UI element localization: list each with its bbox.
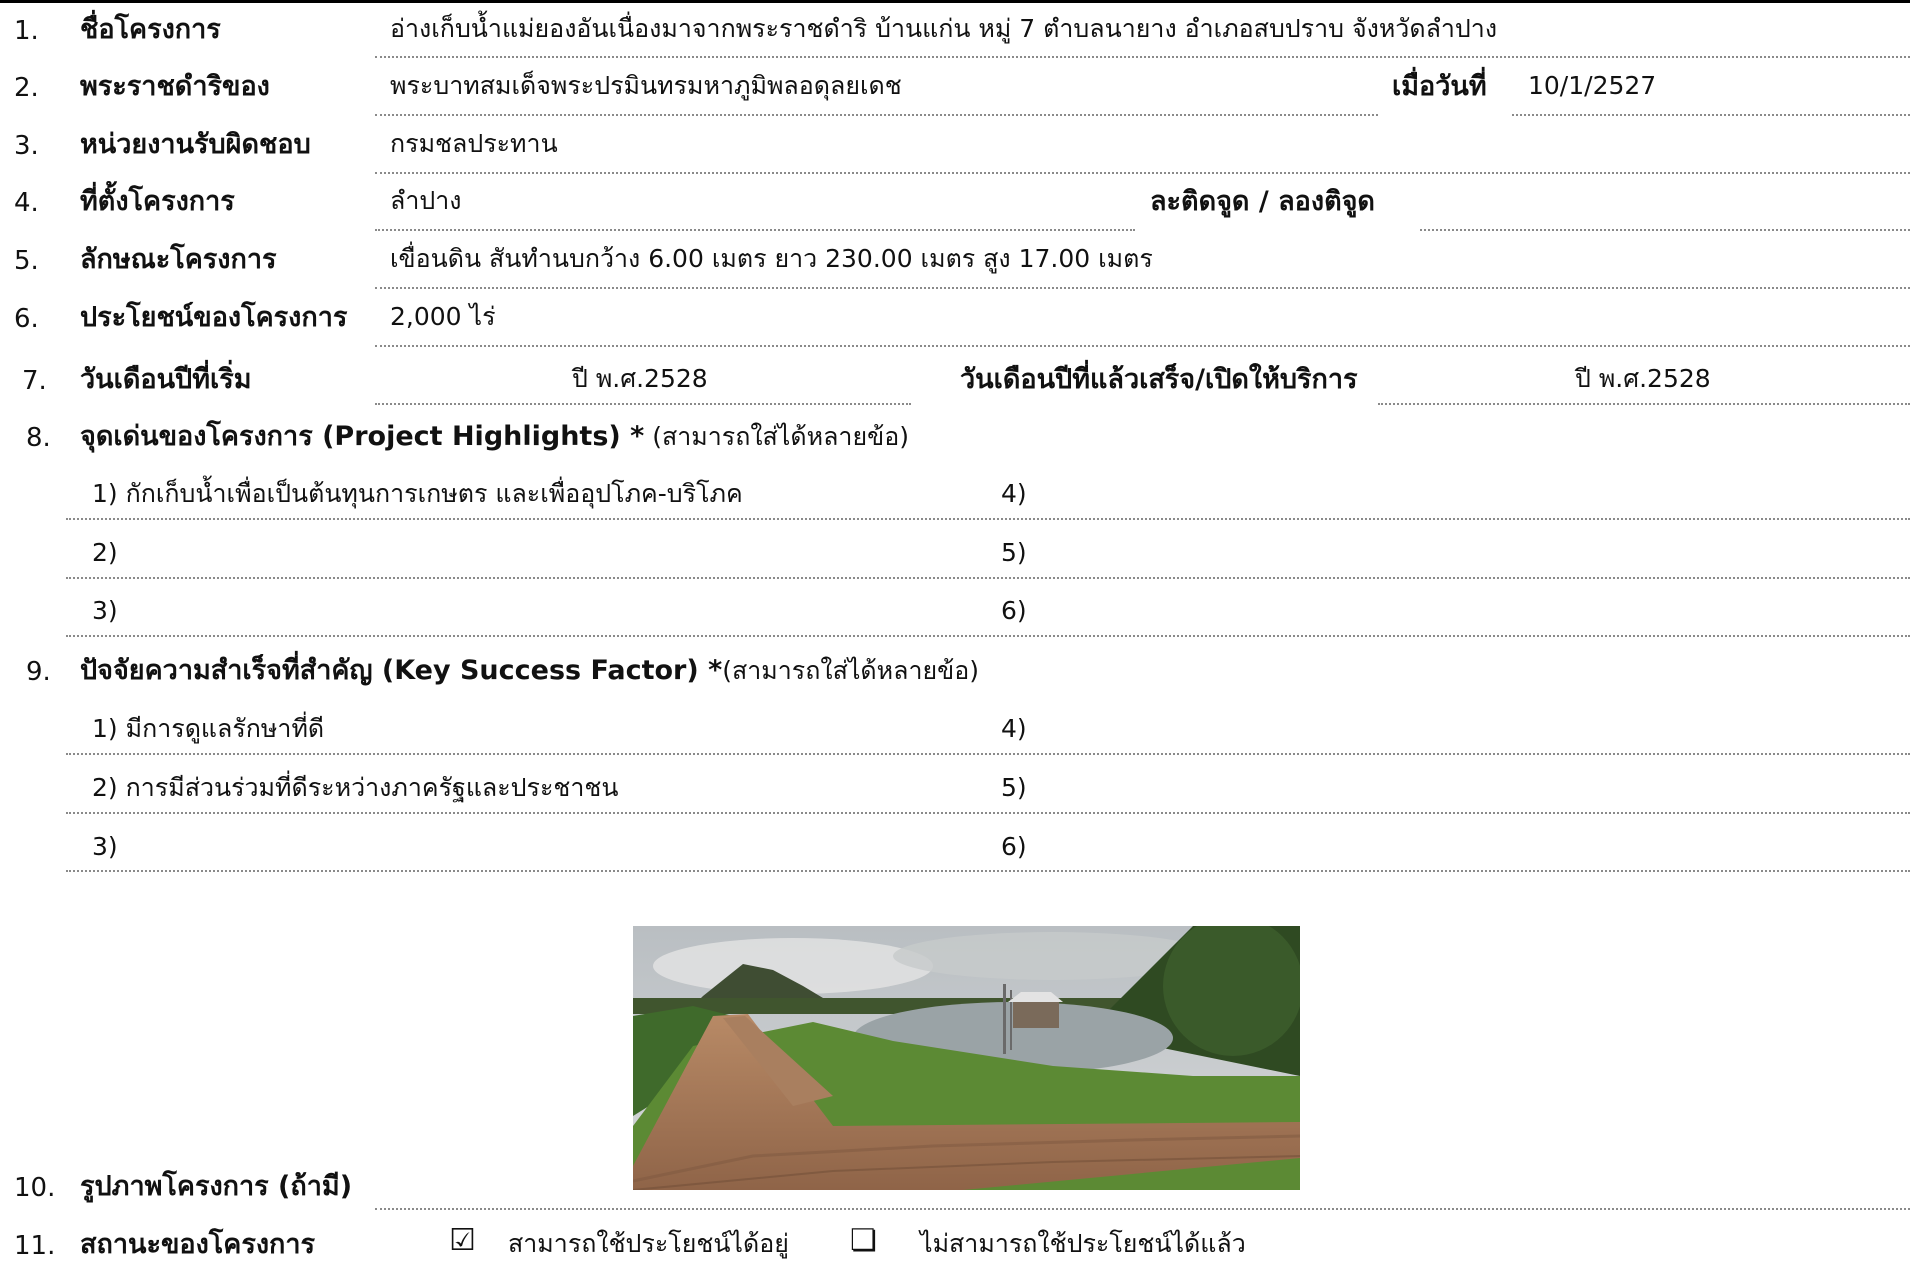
highlight-rule [66,577,1910,579]
initiative-date-value: 10/1/2527 [1528,71,1657,100]
row-number: 8. [26,423,51,453]
success-factor-item: 6) [1001,832,1027,861]
project-characteristics-value: เขื่อนดิน สันทำนบกว้าง 6.00 เมตร ยาว 230… [390,244,1153,273]
project-status-label: สถานะของโครงการ [80,1229,316,1260]
highlight-item: 3) [92,596,118,625]
highlights-heading: จุดเด่นของโครงการ (Project Highlights) *… [80,421,909,452]
project-name-value: อ่างเก็บน้ำแม่ยองอันเนื่องมาจากพระราชดำร… [390,14,1498,43]
success-factor-rule [66,753,1910,755]
project-benefit-label: ประโยชน์ของโครงการ [80,302,348,333]
project-benefit-value: 2,000 ไร่ [390,302,496,331]
row-number: 5. [14,246,39,276]
row-number: 10. [14,1173,56,1203]
checkbox-checked-icon[interactable]: ☑ [449,1226,476,1256]
start-date-rule [375,403,911,405]
row-number: 11. [14,1231,56,1261]
highlight-item: 6) [1001,596,1027,625]
status-unusable-label: ไม่สามารถใช้ประโยชน์ได้แล้ว [920,1229,1246,1258]
success-factor-item: 4) [1001,714,1027,743]
initiative-date-label: เมื่อวันที่ [1392,71,1487,102]
responsible-agency-label: หน่วยงานรับผิดชอบ [80,129,311,160]
start-date-label: วันเดือนปีที่เริ่ม [80,364,252,395]
highlight-item: 4) [1001,479,1027,508]
top-border [0,0,1910,3]
project-photo-label: รูปภาพโครงการ (ถ้ามี) [80,1171,353,1202]
project-characteristics-label: ลักษณะโครงการ [80,244,277,275]
project-photo-rule [375,1208,1910,1210]
highlight-rule [66,635,1910,637]
highlight-item: 1) กักเก็บน้ำเพื่อเป็นต้นทุนการเกษตร และ… [92,479,743,508]
success-factor-item: 2) การมีส่วนร่วมที่ดีระหว่างภาครัฐและประ… [92,773,619,802]
row-number: 6. [14,304,39,334]
completion-date-value: ปี พ.ศ.2528 [1575,364,1711,393]
coordinates-label: ละติดจูด / ลองติจูด [1150,186,1375,217]
location-value: ลำปาง [390,186,462,215]
row-number: 2. [14,73,39,103]
royal-initiative-value: พระบาทสมเด็จพระปรมินทรมหาภูมิพลอดุลยเดช [390,71,902,100]
responsible-agency-rule [375,172,1910,174]
start-date-value: ปี พ.ศ.2528 [572,364,708,393]
success-factor-item: 3) [92,832,118,861]
success-factor-item: 5) [1001,773,1027,802]
status-usable-label: สามารถใช้ประโยชน์ได้อยู่ [508,1229,789,1258]
project-benefit-rule [375,345,1910,347]
highlights-note: (สามารถใส่ได้หลายข้อ) [644,422,909,451]
highlight-item: 5) [1001,538,1027,567]
success-factor-rule [66,870,1910,872]
coordinates-rule [1420,229,1910,231]
row-number: 1. [14,16,39,46]
row-number: 3. [14,131,39,161]
initiative-date-rule [1512,114,1910,116]
royal-initiative-label: พระราชดำริของ [80,71,270,102]
highlight-item: 2) [92,538,118,567]
royal-initiative-rule [375,114,1378,116]
success-factors-note: (สามารถใส่ได้หลายข้อ) [722,656,979,685]
completion-date-rule [1378,403,1910,405]
responsible-agency-value: กรมชลประทาน [390,129,558,158]
highlight-rule [66,518,1910,520]
success-factor-rule [66,812,1910,814]
project-characteristics-rule [375,287,1910,289]
row-number: 9. [26,657,51,687]
checkbox-unchecked-icon[interactable]: ❏ [850,1226,877,1256]
reservoir-panorama-image [633,926,1300,1190]
row-number: 7. [22,366,47,396]
location-rule [375,229,1135,231]
project-name-rule [375,56,1910,58]
completion-date-label: วันเดือนปีที่แล้วเสร็จ/เปิดให้บริการ [960,364,1358,395]
success-factor-item: 1) มีการดูแลรักษาที่ดี [92,714,325,743]
project-name-label: ชื่อโครงการ [80,14,221,45]
success-factors-heading: ปัจจัยความสำเร็จที่สำคัญ (Key Success Fa… [80,655,979,686]
location-label: ที่ตั้งโครงการ [80,186,235,217]
row-number: 4. [14,188,39,218]
project-photo [633,926,1300,1190]
